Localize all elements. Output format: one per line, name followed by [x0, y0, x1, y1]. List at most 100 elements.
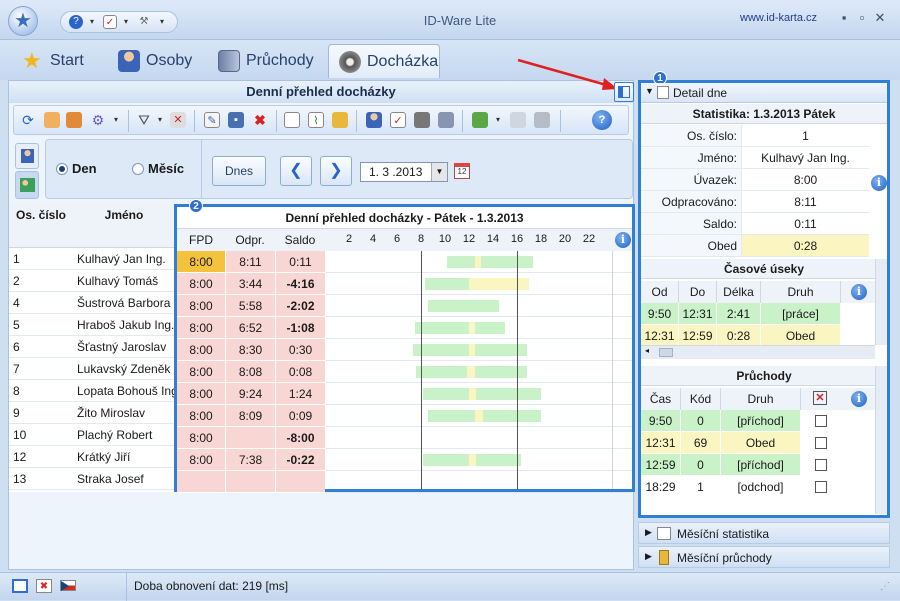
- edit-icon[interactable]: ✎: [204, 112, 220, 128]
- fpd-cell[interactable]: 8:00: [177, 405, 225, 427]
- print-preview-icon[interactable]: [510, 112, 526, 128]
- row-number-cell[interactable]: 12: [9, 446, 73, 468]
- saldo-cell[interactable]: -2:02: [275, 295, 325, 317]
- segment-column-header[interactable]: Druh: [761, 281, 841, 303]
- row-name-cell[interactable]: Hraboš Jakub Ing.: [73, 314, 175, 336]
- row-name-cell[interactable]: Šustrová Barbora: [73, 292, 175, 314]
- odpr-cell[interactable]: 3:44: [225, 273, 275, 295]
- row-number-cell[interactable]: 7: [9, 358, 73, 380]
- saldo-cell[interactable]: 0:08: [275, 361, 325, 383]
- stat-value[interactable]: Kulhavý Jan Ing.: [741, 147, 869, 169]
- window-mode-icon[interactable]: [12, 579, 28, 593]
- pass-cell[interactable]: 0: [681, 410, 721, 432]
- pass-cell[interactable]: Obed: [721, 432, 801, 454]
- toggle-detail-panel-button[interactable]: [614, 82, 634, 102]
- row-number-cell[interactable]: 5: [9, 314, 73, 336]
- close-icon[interactable]: ✕: [872, 10, 888, 26]
- pass-cell[interactable]: [příchod]: [721, 454, 801, 476]
- pass-cell[interactable]: 69: [681, 432, 721, 454]
- date-picker[interactable]: 1. 3 .2013 ▼: [360, 162, 448, 182]
- pass-column-header[interactable]: Kód: [681, 388, 721, 410]
- row-name-cell[interactable]: Lopata Bohouš Ing.: [73, 380, 175, 402]
- saldo-cell[interactable]: [275, 471, 325, 493]
- export-icon[interactable]: [472, 112, 488, 128]
- website-link[interactable]: www.id-karta.cz: [740, 12, 817, 24]
- row-number-cell[interactable]: 4: [9, 292, 73, 314]
- segment-cell[interactable]: 2:41: [717, 303, 761, 325]
- fpd-cell[interactable]: 8:00: [177, 383, 225, 405]
- segment-cell[interactable]: 12:59: [679, 325, 717, 347]
- delete-icon[interactable]: ✖: [252, 112, 268, 128]
- saldo-cell[interactable]: 0:11: [275, 251, 325, 273]
- door-icon[interactable]: [438, 112, 454, 128]
- row-name-cell[interactable]: Krátký Jiří: [73, 446, 175, 468]
- segment-column-header[interactable]: Do: [679, 281, 717, 303]
- stat-value[interactable]: 8:11: [741, 191, 869, 213]
- segments-horizontal-scrollbar[interactable]: ◂: [641, 345, 875, 359]
- segment-cell[interactable]: 9:50: [641, 303, 679, 325]
- row-number-cell[interactable]: 13: [9, 468, 73, 490]
- fpd-cell[interactable]: 8:00: [177, 295, 225, 317]
- row-number-cell[interactable]: 2: [9, 270, 73, 292]
- odpr-cell[interactable]: [225, 427, 275, 449]
- radio-mesic[interactable]: [132, 163, 144, 175]
- odpr-cell[interactable]: 9:24: [225, 383, 275, 405]
- odpr-cell[interactable]: 8:30: [225, 339, 275, 361]
- passes-vertical-scrollbar[interactable]: [875, 366, 887, 514]
- row-number-cell[interactable]: 1: [9, 248, 73, 270]
- row-name-cell[interactable]: Straka Josef: [73, 468, 175, 490]
- segments-vertical-scrollbar[interactable]: [875, 259, 887, 345]
- pass-cell[interactable]: [příchod]: [721, 410, 801, 432]
- help-icon[interactable]: ?: [592, 110, 612, 130]
- filter-icon[interactable]: ⛛: [136, 112, 152, 128]
- pass-cell[interactable]: [odchod]: [721, 476, 801, 498]
- checklist-icon[interactable]: ✓: [390, 112, 406, 128]
- saldo-cell[interactable]: 1:24: [275, 383, 325, 405]
- pass-checkbox[interactable]: [815, 481, 827, 493]
- info-icon[interactable]: i: [871, 175, 887, 191]
- app-menu-star-icon[interactable]: ★: [8, 6, 38, 36]
- tab-start[interactable]: ★ Start: [12, 44, 108, 78]
- odpr-cell[interactable]: 8:08: [225, 361, 275, 383]
- saldo-cell[interactable]: -0:22: [275, 449, 325, 471]
- chevron-down-icon[interactable]: ▾: [155, 15, 169, 29]
- row-number-cell[interactable]: 10: [9, 424, 73, 446]
- row-name-cell[interactable]: Lukavský Zdeněk: [73, 358, 175, 380]
- today-button[interactable]: Dnes: [212, 156, 266, 186]
- odpr-cell[interactable]: 7:38: [225, 449, 275, 471]
- pass-cell[interactable]: 12:31: [641, 432, 681, 454]
- printer-icon[interactable]: [534, 112, 550, 128]
- fpd-cell[interactable]: 8:00: [177, 427, 225, 449]
- fpd-cell[interactable]: 8:00: [177, 361, 225, 383]
- czech-flag-icon[interactable]: [60, 580, 76, 591]
- pass-column-header[interactable]: Druh: [721, 388, 801, 410]
- segment-column-header[interactable]: Délka: [717, 281, 761, 303]
- stat-value[interactable]: 8:00: [741, 169, 869, 191]
- radio-den[interactable]: [56, 163, 68, 175]
- preview-icon[interactable]: [284, 112, 300, 128]
- segment-cell[interactable]: 0:28: [717, 325, 761, 347]
- fpd-cell[interactable]: 8:00: [177, 449, 225, 471]
- odpr-cell[interactable]: 8:11: [225, 251, 275, 273]
- row-name-cell[interactable]: Kulhavý Jan Ing.: [73, 248, 175, 270]
- saldo-cell[interactable]: -1:08: [275, 317, 325, 339]
- terminal-icon[interactable]: [414, 112, 430, 128]
- fpd-cell[interactable]: 8:00: [177, 317, 225, 339]
- row-number-cell[interactable]: 9: [9, 402, 73, 424]
- save-icon[interactable]: ▪: [228, 112, 244, 128]
- chevron-down-icon[interactable]: ▾: [85, 15, 99, 29]
- row-number-cell[interactable]: 6: [9, 336, 73, 358]
- info-icon[interactable]: i: [851, 391, 867, 407]
- stat-value[interactable]: 0:28: [741, 235, 869, 257]
- stat-value[interactable]: 1: [741, 125, 869, 147]
- chevron-down-icon[interactable]: ▾: [108, 112, 124, 128]
- person-icon[interactable]: [366, 112, 382, 128]
- pass-column-header[interactable]: Čas: [641, 388, 681, 410]
- tools-icon[interactable]: ⚒: [137, 15, 151, 29]
- tab-pruchody[interactable]: Průchody: [208, 44, 328, 78]
- row-number-cell[interactable]: 8: [9, 380, 73, 402]
- segment-column-header[interactable]: Od: [641, 281, 679, 303]
- column-header-odpr[interactable]: Odpr.: [225, 229, 275, 251]
- saldo-cell[interactable]: -8:00: [275, 427, 325, 449]
- odpr-cell[interactable]: 5:58: [225, 295, 275, 317]
